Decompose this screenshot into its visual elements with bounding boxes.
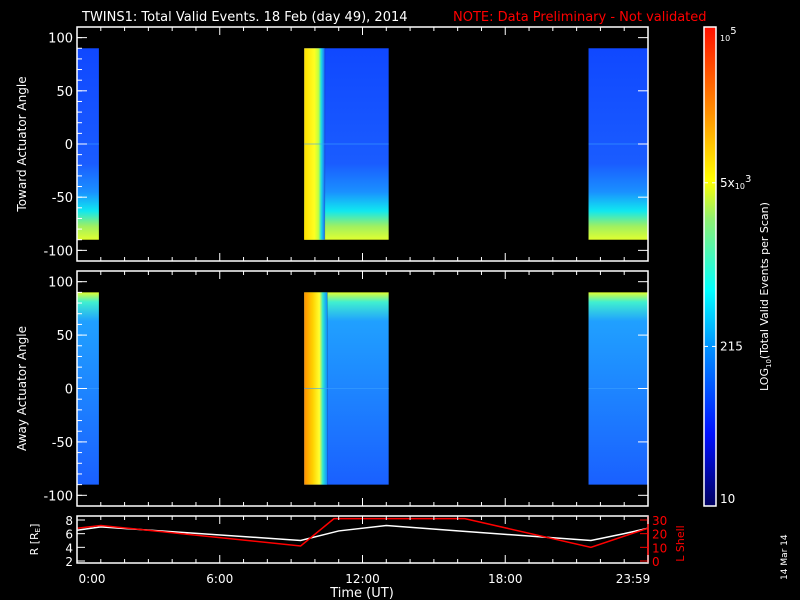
figure-title: TWINS1: Total Valid Events. 18 Feb (day … <box>81 10 408 25</box>
y-tick-label: 100 <box>48 276 73 291</box>
right-axis-label: L Shell <box>674 525 687 561</box>
y-tick-label: 0 <box>65 138 73 153</box>
y-tick-label: 50 <box>56 329 73 344</box>
left-tick-label: 8 <box>65 514 73 528</box>
x-tick-label: 6:00 <box>206 572 233 586</box>
x-tick-label: 0:00 <box>79 572 106 586</box>
y-tick-label: 100 <box>48 32 73 47</box>
left-axis-label: R [RE] <box>28 524 42 556</box>
left-tick-label: 4 <box>65 541 73 555</box>
twins-spectrogram-figure: TWINS1: Total Valid Events. 18 Feb (day … <box>15 10 790 600</box>
colorbar-tick-label: 215 <box>720 339 743 353</box>
spectrogram-panel-1: 100 50 0 -50 -100 Toward Actuator Angle <box>15 26 649 262</box>
preliminary-note: NOTE: Data Preliminary - Not validated <box>453 10 707 25</box>
y-tick-label: -100 <box>43 489 73 504</box>
right-tick-label: 10 <box>652 541 667 555</box>
left-tick-label: 2 <box>65 555 73 569</box>
x-tick-label: 18:00 <box>488 572 523 586</box>
left-tick-label: 6 <box>65 528 73 542</box>
colorbar-tick-label: 10 <box>720 492 735 506</box>
colorbar-tick-label: 5x103 <box>720 174 751 191</box>
y-tick-label: 50 <box>56 85 73 100</box>
colorbar-label: LOG10(Total Valid Events per Scan) <box>758 202 773 391</box>
y-tick-label: 0 <box>65 383 73 398</box>
y-tick-label: -50 <box>52 436 73 451</box>
colorbar-tick-label: 105 <box>720 26 737 43</box>
y-tick-label: -100 <box>43 244 73 259</box>
colorbar <box>703 26 717 507</box>
right-tick-label: 20 <box>652 528 667 542</box>
right-tick-label: 30 <box>652 514 667 528</box>
y-axis-label: Away Actuator Angle <box>15 326 29 451</box>
y-axis-label: Toward Actuator Angle <box>15 76 29 212</box>
right-tick-label: 0 <box>652 555 660 569</box>
series-line-r <box>77 524 648 542</box>
x-tick-label: 23:59 <box>616 572 651 586</box>
date-stamp: 14 Mar 14 <box>780 534 790 580</box>
spectrogram-panel-2: 100 50 0 -50 -100 Away Actuator Angle <box>15 270 649 507</box>
x-tick-label: 12:00 <box>345 572 380 586</box>
y-tick-label: -50 <box>52 191 73 206</box>
x-axis-label: Time (UT) <box>329 586 394 600</box>
